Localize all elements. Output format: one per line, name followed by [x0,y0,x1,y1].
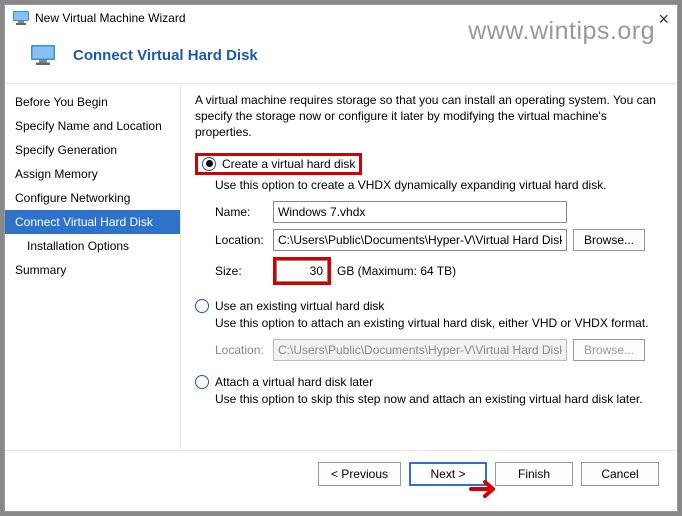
wizard-dialog: www.wintips.org New Virtual Machine Wiza… [4,4,678,512]
page-title: Connect Virtual Hard Disk [73,47,258,64]
sidebar-item-specify-generation[interactable]: Specify Generation [5,138,180,162]
radio-create-vhd[interactable] [202,157,216,171]
location2-label: Location: [215,343,273,357]
name-label: Name: [215,205,273,219]
size-label: Size: [215,264,273,278]
app-icon [13,11,29,25]
location2-input [273,339,567,361]
next-button[interactable]: Next > [409,462,487,486]
browse-button[interactable]: Browse... [573,229,645,251]
name-input[interactable] [273,201,567,223]
location-label: Location: [215,233,273,247]
sidebar-item-installation-options[interactable]: Installation Options [5,234,180,258]
main-panel: A virtual machine requires storage so th… [181,84,677,450]
previous-button[interactable]: < Previous [318,462,401,486]
browse2-button: Browse... [573,339,645,361]
sidebar-item-connect-vhd[interactable]: Connect Virtual Hard Disk [5,210,180,234]
radio-attach-later-label: Attach a virtual hard disk later [215,375,373,389]
sidebar-item-summary[interactable]: Summary [5,258,180,282]
radio-use-existing-label: Use an existing virtual hard disk [215,299,384,313]
sidebar: Before You Begin Specify Name and Locati… [5,84,181,450]
radio-use-existing[interactable] [195,299,209,313]
radio-create-vhd-label: Create a virtual hard disk [222,157,355,171]
radio-attach-later[interactable] [195,375,209,389]
close-icon[interactable]: × [658,9,669,30]
sidebar-item-configure-networking[interactable]: Configure Networking [5,186,180,210]
size-suffix: GB (Maximum: 64 TB) [337,264,456,278]
cancel-button[interactable]: Cancel [581,462,659,486]
size-input[interactable] [276,260,328,282]
sidebar-item-specify-name[interactable]: Specify Name and Location [5,114,180,138]
sidebar-item-assign-memory[interactable]: Assign Memory [5,162,180,186]
opt3-desc: Use this option to skip this step now an… [215,391,659,407]
footer: < Previous Next > Finish Cancel [5,450,677,496]
intro-text: A virtual machine requires storage so th… [195,92,659,141]
opt2-desc: Use this option to attach an existing vi… [215,315,659,331]
wizard-header: Connect Virtual Hard Disk [5,31,677,84]
sidebar-item-before-you-begin[interactable]: Before You Begin [5,90,180,114]
opt1-desc: Use this option to create a VHDX dynamic… [215,177,659,193]
finish-button[interactable]: Finish [495,462,573,486]
location-input[interactable] [273,229,567,251]
titlebar: New Virtual Machine Wizard × [5,5,677,31]
monitor-icon [31,45,55,65]
window-title: New Virtual Machine Wizard [35,11,186,25]
